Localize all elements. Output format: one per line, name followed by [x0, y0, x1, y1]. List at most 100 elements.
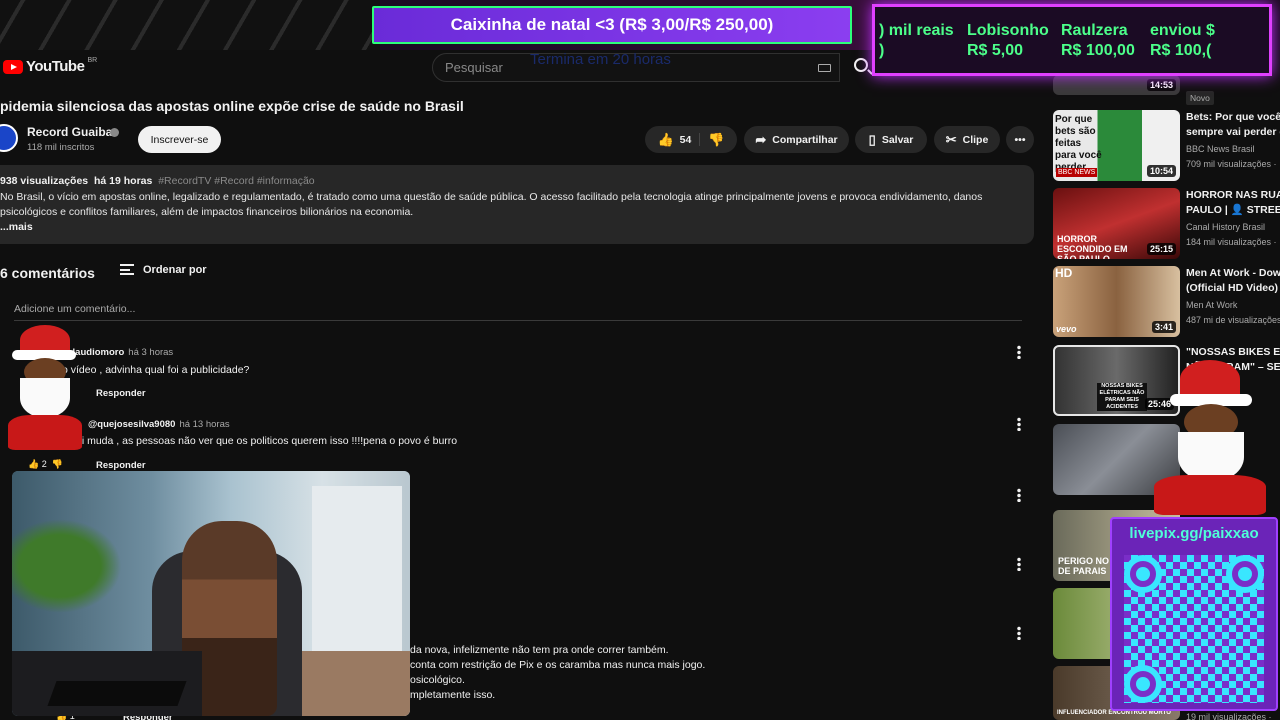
clip-label: Clipe	[962, 133, 989, 146]
youtube-wordmark: YouTube	[26, 58, 85, 75]
video-views: 19 mil visualizações ·	[1186, 712, 1272, 720]
add-comment-input[interactable]: Adicione um comentário...	[14, 303, 135, 315]
video-channel[interactable]: Men At Work	[1186, 300, 1280, 310]
video-title[interactable]: Men At Work - Down (Official HD Video)	[1186, 266, 1280, 296]
comment-menu-icon[interactable]	[1017, 488, 1021, 502]
scissors-icon: ✂	[945, 132, 957, 147]
bbc-news-badge: BBC NEWS	[1056, 168, 1098, 177]
video-channel[interactable]: BBC News Brasil	[1186, 144, 1280, 154]
thumbs-up-icon: 👍	[657, 132, 674, 147]
comment-text: mpletamente isso.	[410, 689, 496, 701]
santa-hat	[1180, 360, 1240, 398]
donation-goal-label: Caixinha de natal <3 (R$ 3,00/R$ 250,00)	[450, 15, 774, 34]
donor-entry: Lobisonho R$ 5,00	[967, 22, 1049, 59]
thumbnail-caption: HORROR ESCONDIDO EM SÃO PAULO	[1057, 234, 1128, 259]
more-actions-button[interactable]: •••	[1006, 126, 1034, 153]
qr-finder-pattern	[1124, 665, 1162, 703]
livepix-qr-panel: livepix.gg/paixxao	[1110, 517, 1278, 711]
new-badge: Novo	[1186, 91, 1214, 105]
comments-count: 6 comentários	[0, 265, 95, 281]
like-dislike-group: 👍 54 👎	[645, 126, 737, 153]
comment-menu-icon[interactable]	[1017, 417, 1021, 431]
comment-menu-icon[interactable]	[1017, 626, 1021, 640]
verified-icon	[110, 128, 119, 137]
video-channel[interactable]: Canal History Brasil	[1186, 222, 1280, 232]
clip-button[interactable]: ✂ Clipe	[934, 126, 1000, 153]
share-label: Compartilhar	[772, 133, 838, 146]
share-button[interactable]: ➦ Compartilhar	[744, 126, 849, 153]
comment-text: a vai muda , as pessoas não ver que os p…	[62, 435, 458, 447]
subscribe-button[interactable]: Inscrever-se	[138, 126, 221, 153]
thumbnail-caption: Por que bets são feitas para você perder	[1055, 114, 1102, 173]
webcam-plant	[12, 511, 132, 621]
video-title[interactable]: HORROR NAS RUAS PAULO | 👤 STREET	[1186, 188, 1280, 218]
subscriber-count: 118 mil inscritos	[27, 142, 95, 153]
video-views: 184 mil visualizações ·	[1186, 237, 1277, 247]
qr-finder-pattern	[1124, 555, 1162, 593]
hd-badge: HD	[1055, 266, 1073, 280]
description-meta: 938 visualizações há 19 horas #RecordTV …	[0, 175, 315, 187]
comment-input-underline	[14, 320, 1022, 321]
channel-avatar[interactable]	[0, 124, 18, 152]
stream-screen: Caixinha de natal <3 (R$ 3,00/R$ 250,00)…	[0, 0, 1280, 720]
video-views: 487 mi de visualizações	[1186, 315, 1280, 325]
like-button[interactable]: 👍 54	[657, 132, 701, 147]
reply-button[interactable]: Responder	[96, 388, 146, 399]
sort-by-button[interactable]: Ordenar por	[143, 264, 207, 276]
qr-finder-pattern	[1226, 555, 1264, 593]
region-code: BR	[87, 57, 98, 64]
show-more-link[interactable]: ...mais	[0, 221, 33, 233]
video-thumbnail[interactable]: HORROR ESCONDIDO EM SÃO PAULO 25:15	[1053, 188, 1180, 259]
santa-sticker	[0, 320, 95, 450]
comment-menu-icon[interactable]	[1017, 345, 1021, 359]
sort-icon[interactable]	[120, 264, 134, 275]
like-count: 54	[679, 133, 692, 146]
streamer-webcam	[12, 471, 410, 716]
youtube-play-icon	[3, 59, 23, 74]
video-thumbnail[interactable]: HD vevo 3:41	[1053, 266, 1180, 337]
video-duration: 14:53	[1146, 79, 1176, 91]
youtube-logo[interactable]: YouTube BR	[3, 57, 98, 75]
qr-code	[1124, 555, 1264, 703]
bookmark-icon: ▯	[868, 132, 876, 147]
banner-stripes	[0, 0, 380, 50]
hashtags[interactable]: #RecordTV #Record #informação	[158, 175, 314, 187]
comment-author[interactable]: @quejosesilva9080 há 13 horas	[88, 419, 230, 430]
santa-body	[1154, 475, 1266, 515]
keyboard-icon[interactable]	[818, 64, 831, 72]
channel-name[interactable]: Record Guaiba	[27, 125, 112, 139]
video-thumbnail[interactable]: 14:53	[1053, 75, 1180, 95]
reply-button[interactable]: Responder	[96, 460, 146, 471]
description-text: No Brasil, o vício em apostas online, le…	[0, 191, 983, 218]
video-views: 709 mil visualizações ·	[1186, 159, 1277, 169]
comment-text: conta com restrição de Pix e os caramba …	[410, 659, 706, 671]
share-icon: ➦	[755, 132, 767, 147]
donation-goal-subtitle: Termina em 20 horas	[530, 51, 671, 68]
donor-ticker: ) mil reais) Lobisonho R$ 5,00 Raulzera R$…	[872, 4, 1272, 76]
comment-menu-icon[interactable]	[1017, 557, 1021, 571]
video-duration: 3:41	[1151, 321, 1176, 333]
thumbnail-caption: PERIGO NO DE PARAIS	[1058, 556, 1110, 576]
more-horiz-icon: •••	[1014, 133, 1026, 146]
thumbs-down-icon[interactable]: 👎	[704, 133, 724, 146]
save-label: Salvar	[881, 133, 914, 146]
comment-like-button[interactable]: 👍 2 👎	[28, 459, 63, 470]
video-title[interactable]: Bets: Por que você sempre vai perder d	[1186, 110, 1280, 140]
donor-entry: ) mil reais)	[879, 22, 954, 59]
video-duration: 10:54	[1146, 165, 1176, 177]
save-button[interactable]: ▯ Salvar	[855, 126, 927, 153]
vevo-logo: vevo	[1056, 324, 1077, 334]
search-icon[interactable]	[854, 58, 868, 72]
donation-goal-bar: Caixinha de natal <3 (R$ 3,00/R$ 250,00)	[372, 6, 852, 44]
santa-sticker	[1140, 360, 1280, 515]
video-duration: 25:15	[1146, 243, 1176, 255]
donor-entry: enviou $ R$ 100,(	[1150, 22, 1215, 59]
comment-text: osicológico.	[410, 674, 465, 686]
donor-entry: Raulzera R$ 100,00	[1061, 22, 1135, 59]
comment-like-count: 2	[41, 459, 47, 469]
santa-body	[8, 415, 82, 450]
santa-beard	[20, 378, 70, 418]
livepix-url: livepix.gg/paixxao	[1129, 525, 1259, 542]
webcam-keyboard	[47, 681, 187, 706]
video-thumbnail[interactable]: Por que bets são feitas para você perder…	[1053, 110, 1180, 181]
